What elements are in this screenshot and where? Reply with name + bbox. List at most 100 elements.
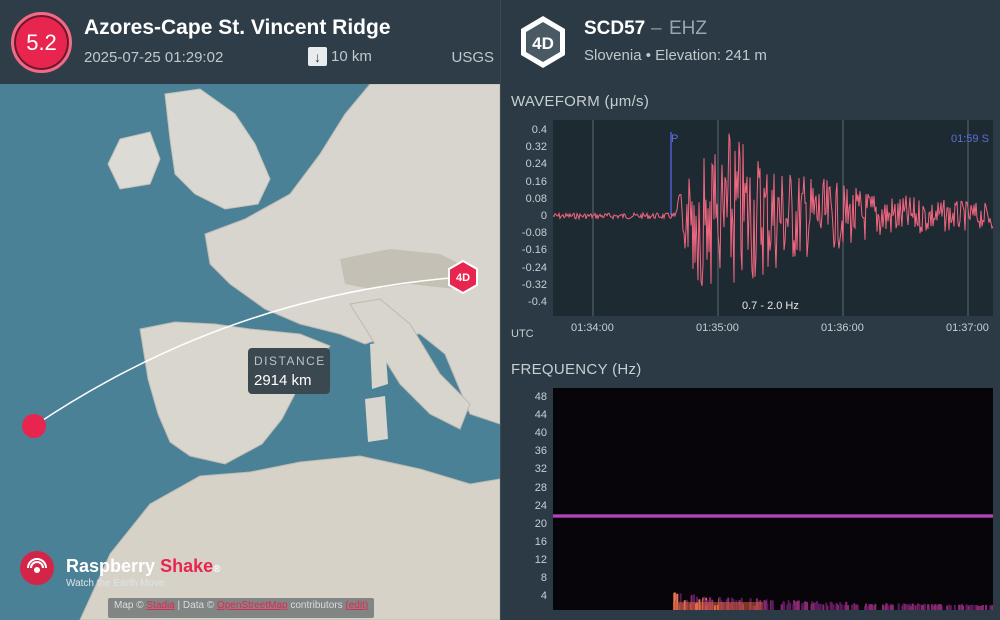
spectrogram-energy xyxy=(977,605,980,610)
waveform-ytick: -0.24 xyxy=(521,261,547,274)
frequency-ytick: 44 xyxy=(534,409,547,422)
network-badge-label: 4D xyxy=(532,34,554,53)
waveform-ytick: 0.4 xyxy=(531,124,547,136)
brand-mark: ® xyxy=(213,564,221,575)
attrib-link-stadia[interactable]: Stadia xyxy=(146,600,174,611)
spectrogram-energy xyxy=(949,605,952,610)
spectrogram-energy xyxy=(771,604,774,610)
attrib-link-edit[interactable]: (edit) xyxy=(345,600,368,611)
spectrogram-energy xyxy=(891,604,894,610)
brand-name: Raspberry Shake® xyxy=(66,556,220,577)
station-code: SCD57 xyxy=(584,18,646,39)
spectrogram-peak xyxy=(673,602,763,610)
attrib-prefix: Map © xyxy=(114,600,144,611)
event-datetime: 2025-07-25 01:29:02 xyxy=(84,49,224,66)
xtick-axis-label: UTC xyxy=(511,328,534,340)
brand-text: Raspberry Shake® Watch the Earth Move xyxy=(66,556,220,589)
station-channel: EHZ xyxy=(669,18,707,39)
frequency-ytick: 24 xyxy=(534,499,547,512)
spectrogram-energy xyxy=(835,605,838,610)
frequency-ytick: 36 xyxy=(534,445,547,458)
frequency-unit: (Hz) xyxy=(612,361,642,378)
frequency-title-text: FREQUENCY xyxy=(511,361,608,378)
waveform-xtick: 01:36:00 xyxy=(821,322,864,334)
spectrogram-energy xyxy=(970,604,973,610)
filter-band-label: 0.7 - 2.0 Hz xyxy=(739,300,802,312)
frequency-title: FREQUENCY (Hz) xyxy=(511,361,642,378)
spectrogram-energy xyxy=(930,604,933,610)
depth-value: 10 km xyxy=(331,48,372,65)
frequency-ytick: 48 xyxy=(534,391,547,403)
magnitude-badge: 5.2 xyxy=(11,12,72,73)
spectrogram-energy xyxy=(819,603,822,610)
spectrogram-energy xyxy=(814,602,817,610)
brand-tagline: Watch the Earth Move xyxy=(66,578,165,589)
spectrogram-energy xyxy=(974,605,977,610)
spectrogram-energy xyxy=(829,601,832,610)
spectrogram-energy xyxy=(906,605,909,610)
spectrogram-energy xyxy=(806,602,809,610)
spectrogram-energy xyxy=(902,603,905,610)
waveform-xtick: 01:34:00 xyxy=(571,322,614,334)
brand-name-2: Shake xyxy=(160,556,214,576)
spectrogram-energy xyxy=(851,604,853,610)
network-badge-icon: 4D xyxy=(521,16,565,68)
spectrogram-energy xyxy=(882,604,884,610)
frequency-ytick: 28 xyxy=(534,481,547,494)
spectrogram-plot[interactable] xyxy=(553,388,993,610)
event-panel: 5.2 Azores-Cape St. Vincent Ridge 2025-0… xyxy=(0,0,500,620)
spectrogram-energy xyxy=(825,602,828,610)
waveform-ytick: -0.16 xyxy=(521,244,547,257)
spectrogram-energy xyxy=(980,605,983,610)
event-title: Azores-Cape St. Vincent Ridge xyxy=(84,16,391,39)
spectrogram-energy xyxy=(937,604,940,610)
brand-logo: Raspberry Shake® Watch the Earth Move xyxy=(66,556,220,589)
station-dash: – xyxy=(651,18,662,39)
spectrogram-energy xyxy=(786,604,789,610)
attrib-mid: | Data © xyxy=(177,600,215,611)
event-agency: USGS xyxy=(451,49,494,66)
frequency-ytick: 4 xyxy=(540,590,547,603)
distance-label: DISTANCE xyxy=(254,354,326,368)
waveform-trace xyxy=(553,133,993,287)
waveform-ytick: 0.08 xyxy=(525,192,547,205)
distance-value: 2914 km xyxy=(254,372,312,389)
app-root: 5.2 Azores-Cape St. Vincent Ridge 2025-0… xyxy=(0,0,1000,620)
waveform-ytick: 0.24 xyxy=(525,158,547,171)
frequency-ytick: 40 xyxy=(534,427,547,440)
spectrogram-energy xyxy=(965,604,968,610)
p-arrival-label: P xyxy=(671,133,679,145)
attrib-link-osm[interactable]: OpenStreetMap xyxy=(217,600,288,611)
map-view[interactable]: 4D DISTANCE 2914 km Raspberry Shake® Wat… xyxy=(0,84,500,620)
spectrogram-energy xyxy=(853,603,856,610)
spectrogram-energy xyxy=(766,603,769,610)
station-info: Slovenia • Elevation: 241 m xyxy=(584,47,767,64)
spectrogram-energy xyxy=(914,605,917,610)
waveform-unit: (μm/s) xyxy=(604,93,650,110)
spectrogram-energy xyxy=(874,603,877,610)
spectrogram-energy xyxy=(953,604,956,610)
waveform-plot[interactable] xyxy=(553,120,993,316)
spectrogram-energy xyxy=(782,601,785,610)
spectrogram-energy xyxy=(804,601,807,610)
spectrogram-energy xyxy=(927,604,930,610)
spectrogram-energy xyxy=(991,605,993,610)
station-marker-label: 4D xyxy=(456,272,470,284)
waveform-title: WAVEFORM (μm/s) xyxy=(511,93,649,110)
frequency-ytick: 8 xyxy=(540,572,547,584)
spectrogram-energy xyxy=(796,604,799,610)
arrow-down-icon: ↓ xyxy=(308,47,327,66)
frequency-ytick: 20 xyxy=(534,517,547,530)
spectrogram-energy xyxy=(985,604,988,610)
spectrogram-energy xyxy=(960,604,963,610)
waveform-ytick: -0.08 xyxy=(521,227,547,240)
event-depth: ↓ 10 km xyxy=(308,47,372,66)
spectrogram-energy xyxy=(887,605,890,610)
spectrogram-energy xyxy=(840,604,843,610)
end-time-label: 01:59 S xyxy=(951,133,989,145)
waveform-ytick: 0.32 xyxy=(525,141,547,154)
waveform-ytick: 0 xyxy=(540,210,547,222)
spectrogram-energy xyxy=(817,603,820,610)
spectrogram-energy xyxy=(845,601,848,610)
spectrogram-energy xyxy=(801,603,804,610)
